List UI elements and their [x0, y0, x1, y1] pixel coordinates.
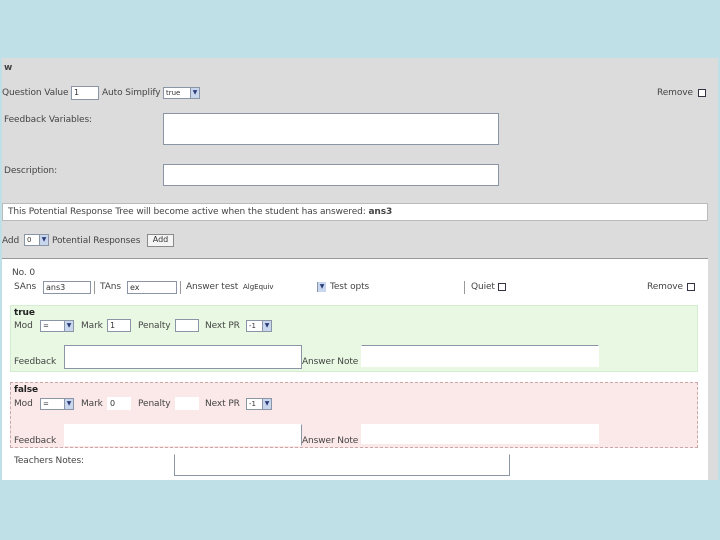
true-next-pr-select[interactable]: -1 ▼	[246, 320, 272, 332]
answer-test-value: AlgEquiv	[243, 283, 274, 291]
prt-notice-text: This Potential Response Tree will become…	[8, 207, 392, 217]
false-mod-value: =	[43, 400, 49, 408]
prt-notice-answer: ans3	[368, 207, 393, 217]
feedback-variables-textarea[interactable]	[163, 113, 499, 145]
sans-label: SAns	[14, 282, 37, 292]
false-next-pr-select[interactable]: -1 ▼	[246, 398, 272, 410]
false-next-pr-label: Next PR	[205, 399, 240, 409]
question-remove-checkbox[interactable]	[698, 89, 706, 97]
node-remove-checkbox[interactable]	[687, 283, 695, 291]
prt-notice-message: This Potential Response Tree will become…	[8, 207, 366, 217]
true-next-pr-value: -1	[249, 322, 256, 330]
true-feedback-input[interactable]	[64, 345, 302, 369]
false-penalty-input[interactable]	[175, 397, 199, 410]
false-next-pr-value: -1	[249, 400, 256, 408]
description-input[interactable]	[163, 164, 499, 186]
false-answer-note-input[interactable]	[361, 424, 599, 444]
add-label: Add	[2, 236, 20, 246]
question-value-input[interactable]: 1	[71, 86, 99, 100]
teachers-notes-input[interactable]	[174, 454, 510, 476]
node-separator	[94, 281, 95, 294]
tans-input[interactable]: ex	[127, 281, 177, 294]
auto-simplify-select[interactable]: true ▼	[163, 87, 200, 99]
false-mod-label: Mod	[14, 399, 33, 409]
add-potential-responses-button[interactable]: Add	[147, 234, 174, 247]
tans-label: TAns	[100, 282, 121, 292]
description-label: Description:	[4, 166, 58, 176]
chevron-down-icon: ▼	[262, 399, 271, 409]
chevron-down-icon: ▼	[64, 321, 73, 331]
sans-input[interactable]: ans3	[43, 281, 91, 294]
true-branch-title: true	[14, 308, 35, 318]
test-opts-label: Test opts	[330, 282, 370, 292]
false-feedback-input[interactable]	[64, 424, 302, 446]
true-answer-note-input[interactable]	[361, 345, 599, 367]
false-feedback-label: Feedback	[14, 436, 57, 446]
chevron-down-icon: ▼	[262, 321, 271, 331]
node-separator	[180, 281, 181, 294]
question-remove-label: Remove	[657, 88, 693, 98]
true-mark-label: Mark	[81, 321, 103, 331]
feedback-variables-label: Feedback Variables:	[4, 115, 92, 125]
node-separator	[464, 281, 465, 294]
quiet-checkbox[interactable]	[498, 283, 506, 291]
chevron-down-icon: ▼	[64, 399, 73, 409]
true-mod-label: Mod	[14, 321, 33, 331]
false-mod-select[interactable]: = ▼	[40, 398, 74, 410]
answer-test-select[interactable]: AlgEquiv ▼	[240, 281, 327, 293]
quiet-label: Quiet	[471, 282, 495, 292]
potential-responses-label: Potential Responses	[52, 236, 141, 246]
true-penalty-label: Penalty	[138, 321, 171, 331]
true-mod-value: =	[43, 322, 49, 330]
test-opts-input[interactable]	[376, 281, 462, 294]
question-value-label: Question Value	[2, 88, 69, 98]
add-count-select[interactable]: 0 ▼	[24, 234, 49, 246]
chevron-down-icon: ▼	[317, 282, 326, 292]
node-title: No. 0	[12, 268, 36, 278]
false-answer-note-label: Answer Note	[302, 436, 359, 446]
true-feedback-label: Feedback	[14, 357, 57, 367]
true-next-pr-label: Next PR	[205, 321, 240, 331]
header-title: w	[4, 63, 13, 73]
true-mark-input[interactable]: 1	[107, 319, 131, 332]
false-mark-input[interactable]: 0	[107, 397, 131, 410]
true-penalty-input[interactable]	[175, 319, 199, 332]
chevron-down-icon: ▼	[39, 235, 48, 245]
auto-simplify-label: Auto Simplify	[102, 88, 161, 98]
false-branch-title: false	[14, 385, 39, 395]
false-penalty-label: Penalty	[138, 399, 171, 409]
node-remove-label: Remove	[647, 282, 683, 292]
answer-test-label: Answer test	[186, 282, 239, 292]
add-count-value: 0	[27, 236, 32, 244]
chevron-down-icon: ▼	[190, 88, 199, 98]
true-answer-note-label: Answer Note	[302, 357, 359, 367]
false-mark-label: Mark	[81, 399, 103, 409]
auto-simplify-value: true	[166, 89, 181, 97]
true-mod-select[interactable]: = ▼	[40, 320, 74, 332]
teachers-notes-label: Teachers Notes:	[14, 456, 84, 466]
